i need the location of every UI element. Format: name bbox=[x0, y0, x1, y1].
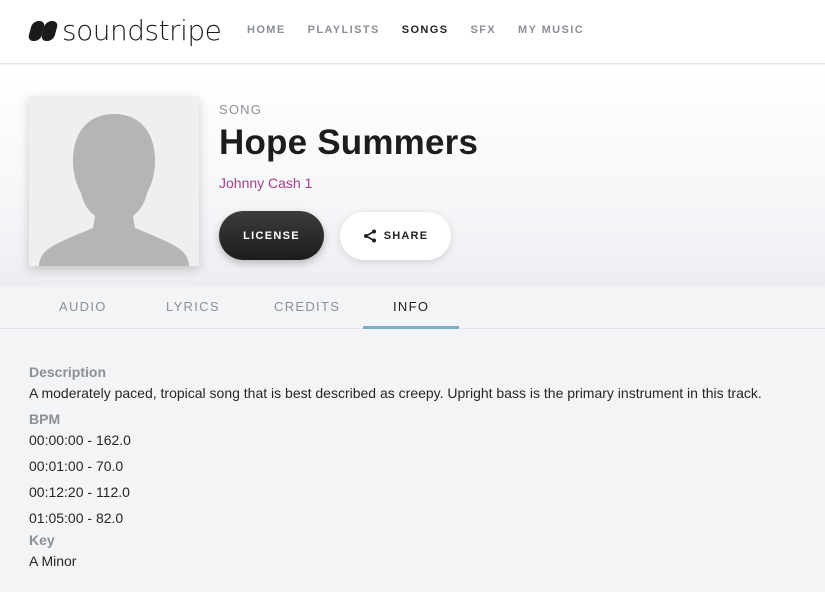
nav-sfx[interactable]: SFX bbox=[470, 24, 496, 36]
tab-credits[interactable]: CREDITS bbox=[274, 299, 340, 314]
nav-songs[interactable]: SONGS bbox=[402, 24, 449, 36]
song-title: Hope Summers bbox=[219, 123, 479, 162]
logo-mark-icon bbox=[27, 20, 59, 42]
song-cover-art bbox=[29, 96, 199, 266]
tab-audio[interactable]: AUDIO bbox=[59, 299, 107, 314]
song-hero: SONG Hope Summers Johnny Cash 1 LICENSE … bbox=[0, 65, 825, 287]
active-tab-indicator bbox=[363, 326, 459, 329]
soundstripe-logo[interactable]: soundstripe bbox=[27, 14, 222, 47]
share-button[interactable]: SHARE bbox=[340, 212, 451, 260]
tab-lyrics[interactable]: LYRICS bbox=[166, 299, 220, 314]
top-navigation-bar: soundstripe HOME PLAYLISTS SONGS SFX MY … bbox=[0, 0, 825, 64]
key-label: Key bbox=[29, 532, 55, 548]
artist-link[interactable]: Johnny Cash 1 bbox=[219, 175, 312, 191]
logo-wordmark: soundstripe bbox=[62, 14, 222, 47]
license-button[interactable]: LICENSE bbox=[219, 211, 324, 260]
song-kind-label: SONG bbox=[219, 102, 263, 117]
share-button-label: SHARE bbox=[383, 230, 429, 242]
main-nav: HOME PLAYLISTS SONGS SFX MY MUSIC bbox=[247, 24, 606, 36]
key-value: A Minor bbox=[29, 553, 77, 569]
license-button-label: LICENSE bbox=[243, 229, 300, 242]
tab-info[interactable]: INFO bbox=[393, 299, 429, 314]
nav-home[interactable]: HOME bbox=[247, 24, 286, 36]
bpm-label: BPM bbox=[29, 411, 61, 427]
bpm-entry: 00:12:20 - 112.0 bbox=[29, 484, 130, 500]
bpm-entry: 00:01:00 - 70.0 bbox=[29, 458, 124, 474]
nav-my-music[interactable]: MY MUSIC bbox=[518, 24, 584, 36]
avatar-silhouette-icon bbox=[29, 96, 199, 266]
song-tabs: AUDIO LYRICS CREDITS INFO bbox=[0, 287, 825, 329]
info-panel: Description A moderately paced, tropical… bbox=[29, 362, 809, 571]
description-label: Description bbox=[29, 364, 107, 380]
share-icon bbox=[363, 229, 377, 243]
description-text: A moderately paced, tropical song that i… bbox=[29, 385, 762, 401]
bpm-entry: 01:05:00 - 82.0 bbox=[29, 510, 124, 526]
nav-playlists[interactable]: PLAYLISTS bbox=[308, 24, 380, 36]
bpm-entry: 00:00:00 - 162.0 bbox=[29, 432, 131, 448]
